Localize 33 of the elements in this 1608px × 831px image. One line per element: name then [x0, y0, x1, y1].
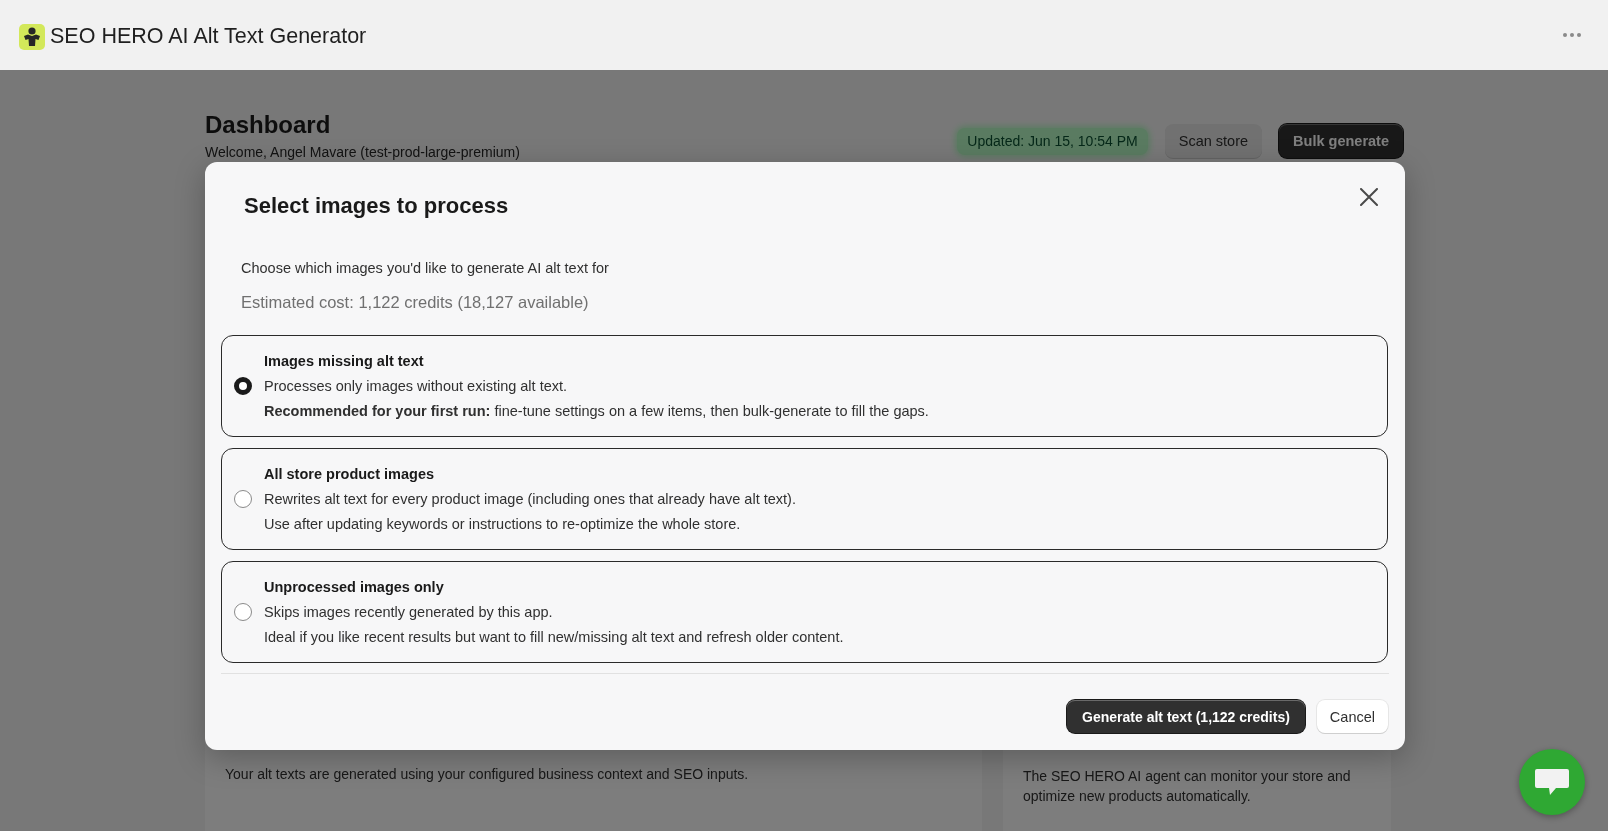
option-title: Images missing alt text: [264, 351, 425, 371]
option-description: Skips images recently generated by this app.: [264, 602, 554, 622]
welcome-text: Welcome, Angel Mavare (test-prod-large-premium): [205, 144, 520, 160]
option-card[interactable]: Images missing alt text Processes only images without existing alt text. Recommended for your first run: fine-tune settings on a few items, then bulk-generate to fill the gaps.: [221, 335, 1388, 437]
bulk-generate-button[interactable]: Bulk generate: [1279, 124, 1403, 158]
status-badge: Updated: Jun 15, 10:54 PM: [957, 127, 1148, 155]
option-description: Processes only images without existing alt text.: [264, 376, 569, 396]
app-title: SEO HERO AI Alt Text Generator: [50, 24, 367, 49]
radio-button[interactable]: [234, 490, 252, 508]
option-title: All store product images: [264, 464, 435, 484]
scan-store-button[interactable]: Scan store: [1164, 124, 1263, 158]
cost-estimate: Estimated cost: 1,122 credits (18,127 available): [240, 292, 590, 313]
modal-title: Select images to process: [244, 192, 509, 220]
logo-icon: [19, 23, 45, 50]
radio-button[interactable]: [234, 377, 252, 395]
option-title: Unprocessed images only: [264, 577, 445, 597]
page-title: Dashboard: [205, 110, 331, 140]
option-card[interactable]: All store product images Rewrites alt text for every product image (including ones that already have alt text). Use after updating keywords or instructions to re-optimize the whole store.: [221, 448, 1388, 550]
option-description: Ideal if you like recent results but want to fill new/missing alt text and refresh older content.: [264, 627, 844, 647]
chat-button[interactable]: [1519, 749, 1585, 815]
more-icon[interactable]: [1562, 32, 1582, 38]
option-description: Recommended for your first run: fine-tune settings on a few items, then bulk-generate to fill the gaps.: [264, 401, 929, 421]
chat-bubble-icon: [1534, 767, 1570, 797]
option-description: Rewrites alt text for every product image (including ones that already have alt text).: [264, 489, 796, 509]
close-icon: [1360, 188, 1378, 206]
option-description: Use after updating keywords or instructions to re-optimize the whole store.: [264, 514, 742, 534]
radio-button[interactable]: [234, 603, 252, 621]
cancel-button[interactable]: Cancel: [1316, 700, 1388, 733]
generate-button[interactable]: Generate alt text (1,122 credits): [1067, 700, 1305, 733]
option-card[interactable]: Unprocessed images only Skips images recently generated by this app. Ideal if you like recent results but want to fill new/missing alt text and refresh older content.: [221, 561, 1388, 663]
card-text: Your alt texts are generated using your configured business context and SEO inputs.: [225, 766, 749, 782]
modal-description: Choose which images you'd like to generate AI alt text for: [240, 259, 610, 278]
card-text: The SEO HERO AI agent can monitor your store and optimize new products automatically.: [1023, 768, 1351, 804]
